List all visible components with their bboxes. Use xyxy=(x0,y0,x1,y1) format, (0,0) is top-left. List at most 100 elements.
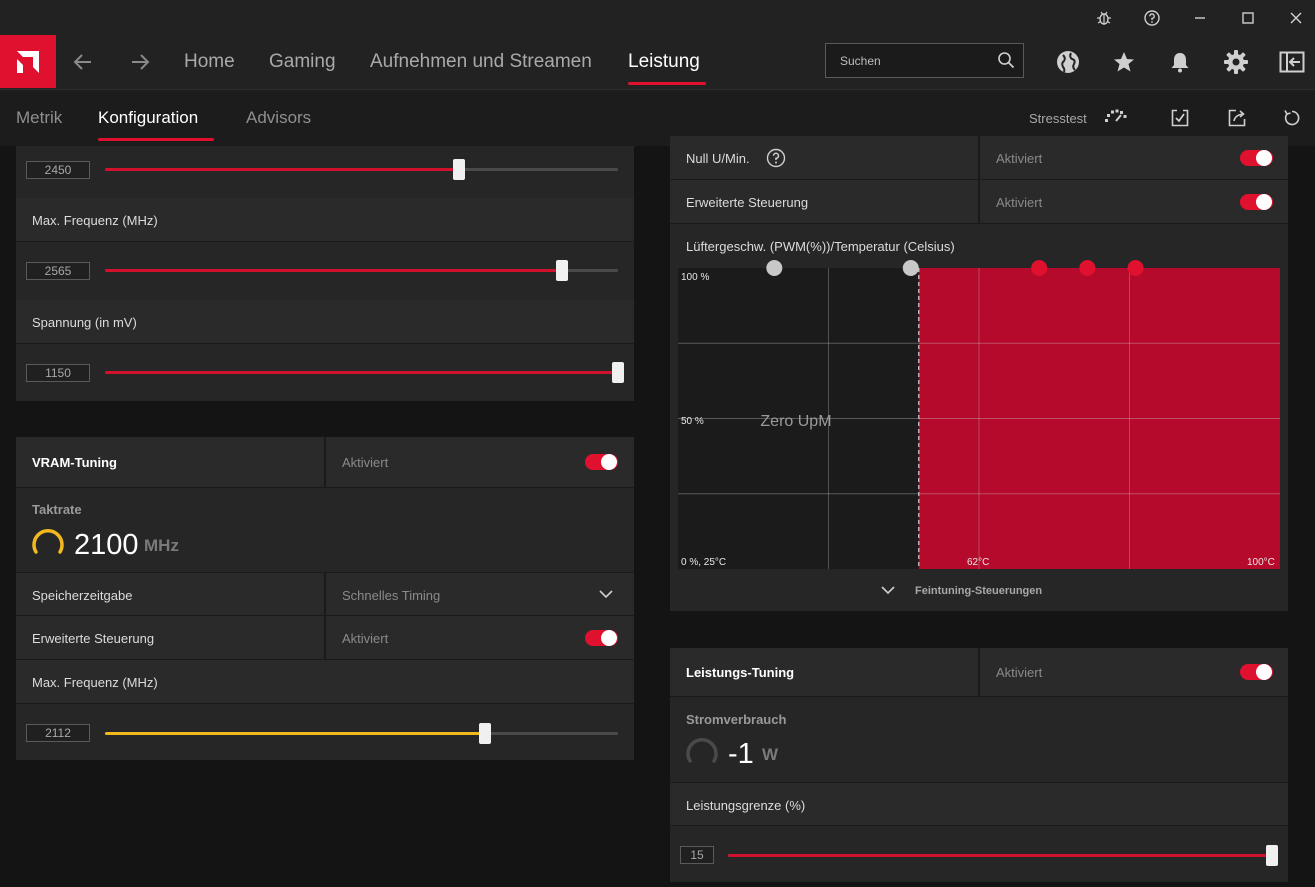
power-limit-value[interactable]: 15 xyxy=(680,846,714,864)
vram-tuning-header: VRAM-Tuning Aktiviert xyxy=(16,437,634,488)
minimize-icon[interactable] xyxy=(1176,0,1224,35)
power-tuning-title: Leistungs-Tuning xyxy=(686,665,795,680)
fan-curve-point-3[interactable] xyxy=(1031,260,1048,276)
vram-max-frequency-slider[interactable] xyxy=(105,723,618,744)
zero-rpm-toggle[interactable] xyxy=(1240,150,1273,166)
memory-timing-value: Schnelles Timing xyxy=(342,588,441,603)
fan-curve-point-4[interactable] xyxy=(1079,260,1096,276)
power-consumption-label: Stromverbrauch xyxy=(686,712,787,727)
title-bar xyxy=(0,0,1315,35)
star-icon[interactable] xyxy=(1109,47,1139,77)
voltage-slider[interactable] xyxy=(105,362,624,383)
vram-tuning-toggle[interactable] xyxy=(585,454,618,470)
search-icon[interactable] xyxy=(997,51,1015,74)
power-consumption-unit: W xyxy=(762,745,779,764)
min-frequency-slider[interactable] xyxy=(105,159,618,180)
vram-tuning-panel: VRAM-Tuning Aktiviert Taktrate 2100 MHz … xyxy=(16,437,634,760)
zero-rpm-help-icon[interactable] xyxy=(766,148,786,173)
max-frequency-thumb[interactable] xyxy=(555,260,568,281)
amd-logo-icon[interactable] xyxy=(0,35,56,88)
chevron-down-icon xyxy=(598,587,614,605)
vram-max-frequency-row: Max. Frequenz (MHz) xyxy=(16,660,634,704)
tab-home[interactable]: Home xyxy=(184,51,235,73)
tab-performance[interactable]: Leistung xyxy=(628,51,700,73)
bell-icon[interactable] xyxy=(1165,47,1195,77)
fan-advanced-toggle[interactable] xyxy=(1240,194,1273,210)
clock-gauge-icon xyxy=(30,524,66,565)
vram-max-frequency-value[interactable]: 2112 xyxy=(26,724,90,742)
export-profile-icon[interactable] xyxy=(1225,106,1249,130)
vram-max-frequency-fill xyxy=(105,732,485,735)
min-frequency-thumb[interactable] xyxy=(452,159,465,180)
vram-advanced-toggle[interactable] xyxy=(585,630,618,646)
apply-changes-icon[interactable] xyxy=(1168,106,1192,130)
subtab-advisors[interactable]: Advisors xyxy=(246,108,311,128)
power-consumption-value: -1 xyxy=(728,738,754,770)
power-tuning-toggle[interactable] xyxy=(1240,664,1273,680)
max-frequency-label: Max. Frequenz (MHz) xyxy=(32,213,158,228)
vram-advanced-label: Erweiterte Steuerung xyxy=(32,631,155,646)
zero-rpm-label: Null U/Min. xyxy=(686,151,750,166)
search-box[interactable] xyxy=(825,43,1024,78)
active-subtab-underline xyxy=(98,138,214,141)
gear-icon[interactable] xyxy=(1221,47,1251,77)
tab-record-stream[interactable]: Aufnehmen und Streamen xyxy=(370,51,592,73)
power-limit-fill xyxy=(728,854,1272,857)
max-frequency-value[interactable]: 2565 xyxy=(26,262,90,280)
voltage-fill xyxy=(105,371,618,374)
help-icon[interactable] xyxy=(1128,0,1176,35)
power-tuning-panel: Leistungs-Tuning Aktiviert Stromverbrauc… xyxy=(670,648,1288,882)
min-frequency-fill xyxy=(105,168,459,171)
fine-tuning-toggle-row[interactable]: Feintuning-Steuerungen xyxy=(670,569,1288,611)
divider xyxy=(978,136,980,180)
min-frequency-value[interactable]: 2450 xyxy=(26,161,90,179)
y-tick-0: 0 %, 25°C xyxy=(681,557,726,568)
close-icon[interactable] xyxy=(1272,0,1315,35)
subtab-metrics[interactable]: Metrik xyxy=(16,108,62,128)
y-tick-50: 50 % xyxy=(681,416,704,427)
voltage-thumb[interactable] xyxy=(612,362,624,383)
reset-icon[interactable] xyxy=(1280,106,1304,130)
power-consumption-display: Stromverbrauch -1 W xyxy=(670,697,1288,782)
power-limit-label: Leistungsgrenze (%) xyxy=(686,798,806,813)
gpu-tuning-panel: 2450 Max. Frequenz (MHz) 2565 Spannung (… xyxy=(16,146,634,401)
fan-curve-point-2[interactable] xyxy=(902,260,919,276)
power-limit-slider[interactable] xyxy=(728,845,1278,866)
vram-max-frequency-slider-row: 2112 xyxy=(16,704,634,760)
fan-curve-point-1[interactable] xyxy=(766,260,783,276)
x-tick-100: 100°C xyxy=(1247,557,1275,568)
max-frequency-slider-row: 2565 xyxy=(16,242,634,300)
fine-tuning-label: Feintuning-Steuerungen xyxy=(915,585,1043,597)
memory-timing-label: Speicherzeitgabe xyxy=(32,588,133,603)
globe-icon[interactable] xyxy=(1053,47,1083,77)
forward-arrow-icon[interactable] xyxy=(120,35,160,88)
back-arrow-icon[interactable] xyxy=(63,35,103,88)
fan-curve-points[interactable] xyxy=(678,258,1280,282)
max-frequency-slider[interactable] xyxy=(105,260,618,281)
power-limit-row: Leistungsgrenze (%) xyxy=(670,782,1288,826)
fan-curve-point-5[interactable] xyxy=(1127,260,1144,276)
sidebar-toggle-icon[interactable] xyxy=(1277,47,1307,77)
tab-gaming[interactable]: Gaming xyxy=(269,51,336,73)
power-limit-thumb[interactable] xyxy=(1266,845,1278,866)
search-input[interactable] xyxy=(826,44,986,77)
power-tuning-header: Leistungs-Tuning Aktiviert xyxy=(670,648,1288,697)
stresstest-label[interactable]: Stresstest xyxy=(1029,111,1087,126)
fan-advanced-row: Erweiterte Steuerung Aktiviert xyxy=(670,180,1288,224)
voltage-value[interactable]: 1150 xyxy=(26,364,90,382)
maximize-icon[interactable] xyxy=(1224,0,1272,35)
divider xyxy=(978,648,980,697)
vram-max-frequency-thumb[interactable] xyxy=(478,723,491,744)
fan-curve-chart[interactable]: Zero UpM 100 % 50 % 0 %, 25°C 62°C 100°C xyxy=(678,268,1280,569)
fan-advanced-label: Erweiterte Steuerung xyxy=(686,195,809,210)
divider xyxy=(324,437,326,488)
subtab-configuration[interactable]: Konfiguration xyxy=(98,108,198,128)
fan-chart-title: Lüftergeschw. (PWM(%))/Temperatur (Celsi… xyxy=(686,239,955,254)
stresstest-gauge-icon[interactable] xyxy=(1104,104,1128,128)
power-limit-slider-row: 15 xyxy=(670,826,1288,882)
memory-timing-dropdown[interactable]: Schnelles Timing xyxy=(326,573,634,617)
zero-rpm-overlay-label: Zero UpM xyxy=(760,413,831,430)
power-gauge-icon xyxy=(684,733,720,774)
fan-advanced-status: Aktiviert xyxy=(996,195,1043,210)
bug-report-icon[interactable] xyxy=(1080,0,1128,35)
